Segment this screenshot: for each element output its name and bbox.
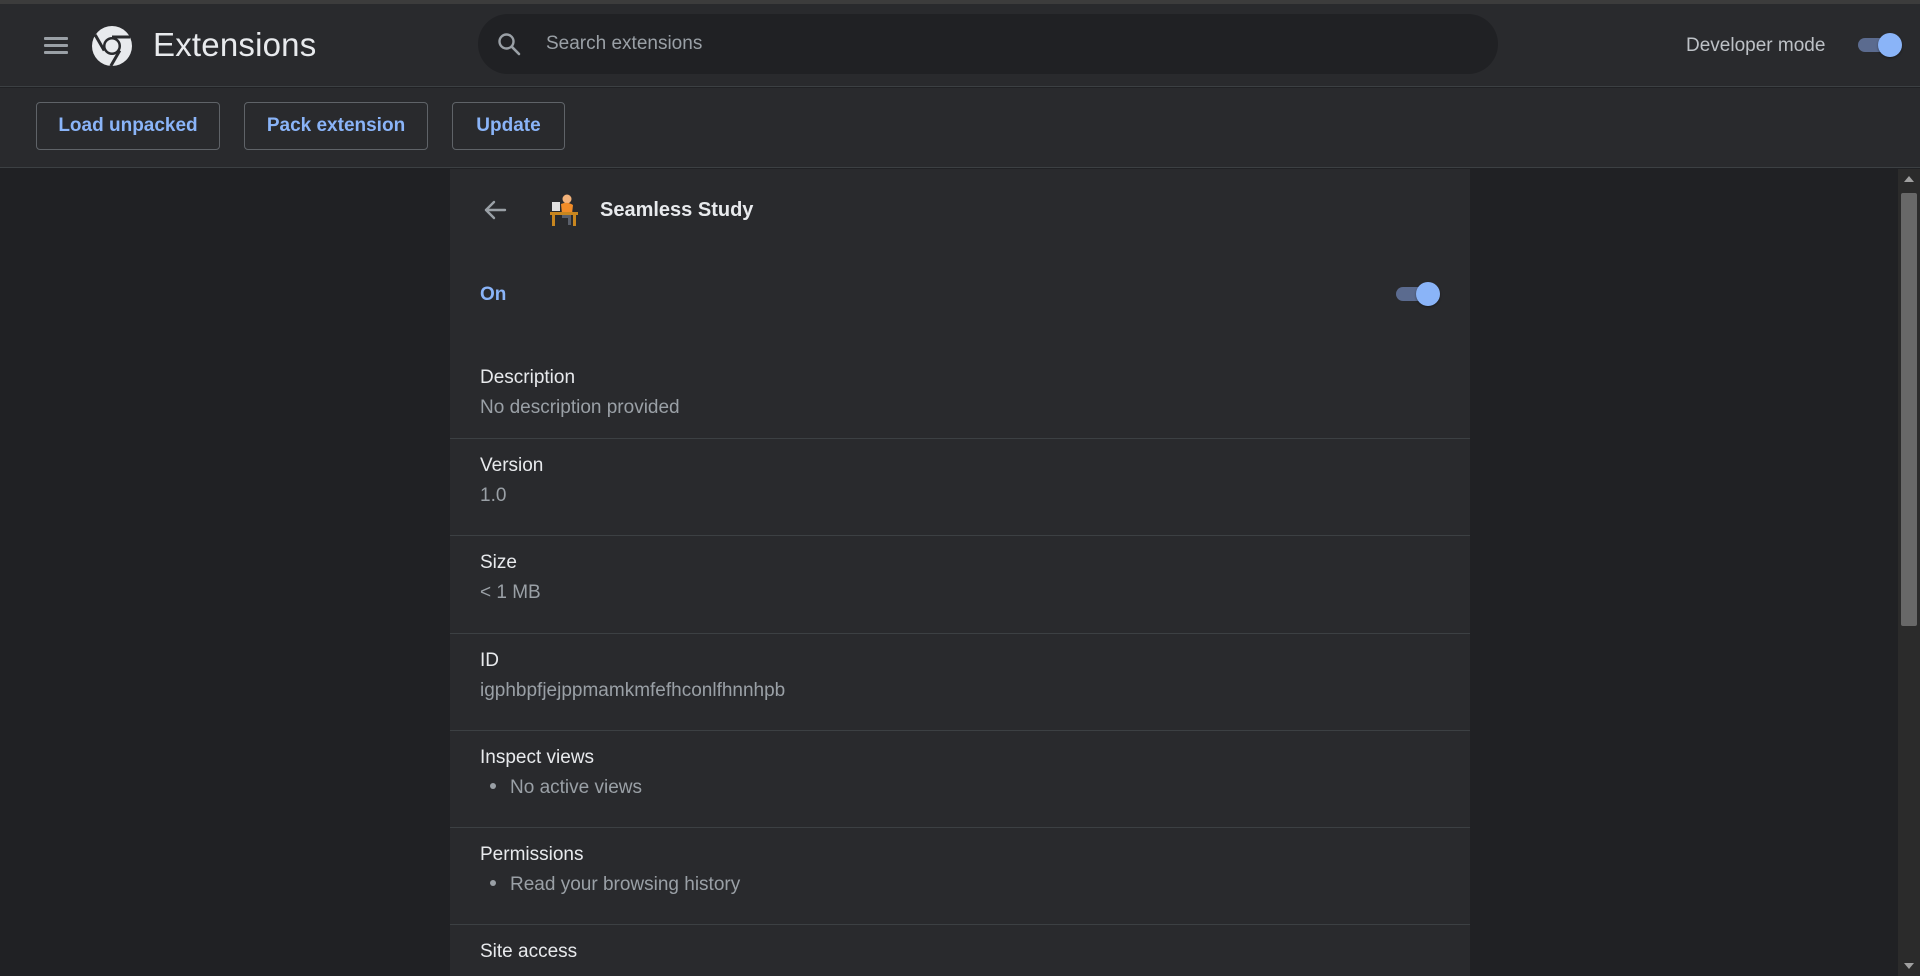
inspect-views-section: Inspect views No active views	[450, 730, 1470, 828]
bullet-dot	[490, 879, 496, 886]
extension-enable-toggle[interactable]	[1394, 282, 1442, 306]
search-bar[interactable]	[478, 14, 1498, 74]
section-value: igphbpfjejppmamkmfefhconlfhnnhpb	[480, 680, 786, 701]
menu-icon[interactable]	[40, 30, 72, 62]
section-value: 1.0	[480, 485, 507, 506]
bullet-dot	[490, 782, 496, 789]
version-section: Version 1.0	[450, 438, 1470, 536]
list-item-text: No active views	[510, 777, 642, 798]
description-section: Description No description provided	[450, 351, 1470, 449]
update-button[interactable]: Update	[452, 102, 565, 150]
section-value: No description provided	[480, 397, 680, 418]
section-title: ID	[480, 650, 499, 671]
section-title: Description	[480, 367, 576, 388]
section-title: Permissions	[480, 844, 584, 865]
section-value: < 1 MB	[480, 582, 541, 603]
scroll-down-icon[interactable]	[1898, 954, 1920, 976]
list-item: No active views	[490, 777, 642, 799]
extension-detail-card: Seamless Study On Description No descrip…	[450, 169, 1470, 976]
developer-mode-label: Developer mode	[1686, 35, 1826, 56]
permissions-section: Permissions Read your browsing history	[450, 827, 1470, 925]
developer-mode-toggle[interactable]	[1856, 33, 1904, 57]
load-unpacked-button[interactable]: Load unpacked	[36, 102, 220, 150]
scroll-up-icon[interactable]	[1898, 169, 1920, 191]
back-arrow-icon[interactable]	[480, 195, 510, 225]
extension-name: Seamless Study	[600, 199, 754, 221]
toggle-knob	[1878, 33, 1902, 57]
list-item-text: Read your browsing history	[510, 874, 741, 895]
vertical-scrollbar[interactable]	[1898, 169, 1920, 976]
toggle-knob	[1416, 282, 1440, 306]
section-title: Version	[480, 455, 544, 476]
search-icon	[498, 33, 521, 56]
header-bar: Extensions Developer mode	[0, 4, 1920, 87]
list-item: Read your browsing history	[490, 874, 740, 896]
main-content: Seamless Study On Description No descrip…	[0, 169, 1898, 976]
pack-extension-button[interactable]: Pack extension	[244, 102, 428, 150]
extension-status-label: On	[480, 284, 507, 305]
section-title: Site access	[480, 941, 578, 962]
search-input[interactable]	[546, 14, 1466, 74]
developer-toolbar: Load unpacked Pack extension Update	[0, 88, 1920, 168]
chrome-logo-icon	[92, 26, 132, 67]
site-access-section: Site access	[450, 924, 1470, 976]
size-section: Size < 1 MB	[450, 535, 1470, 633]
section-title: Size	[480, 552, 517, 573]
id-section: ID igphbpfjejppmamkmfefhconlfhnnhpb	[450, 633, 1470, 731]
extension-icon	[550, 194, 578, 226]
section-title: Inspect views	[480, 747, 595, 768]
page-title: Extensions	[153, 26, 317, 63]
scrollbar-thumb[interactable]	[1901, 193, 1917, 626]
